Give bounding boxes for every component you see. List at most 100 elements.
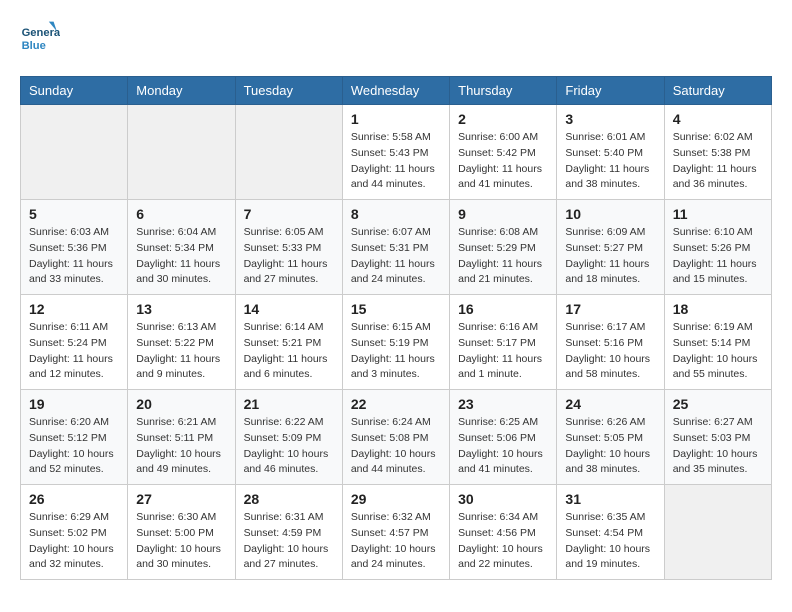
calendar-cell: 17 Sunrise: 6:17 AMSunset: 5:16 PMDayligh… [557,295,664,390]
day-info: Sunrise: 6:34 AMSunset: 4:56 PMDaylight:… [458,510,548,573]
day-number: 25 [673,396,763,412]
day-info: Sunrise: 6:24 AMSunset: 5:08 PMDaylight:… [351,415,441,478]
day-info: Sunrise: 6:01 AMSunset: 5:40 PMDaylight:… [565,130,655,193]
day-info: Sunrise: 6:08 AMSunset: 5:29 PMDaylight:… [458,225,548,288]
day-info: Sunrise: 6:26 AMSunset: 5:05 PMDaylight:… [565,415,655,478]
page-header: General Blue [20,20,772,60]
calendar-cell: 25 Sunrise: 6:27 AMSunset: 5:03 PMDayligh… [664,390,771,485]
calendar-cell: 16 Sunrise: 6:16 AMSunset: 5:17 PMDayligh… [450,295,557,390]
day-number: 4 [673,111,763,127]
day-number: 9 [458,206,548,222]
day-number: 1 [351,111,441,127]
day-number: 3 [565,111,655,127]
calendar-cell: 12 Sunrise: 6:11 AMSunset: 5:24 PMDayligh… [21,295,128,390]
day-info: Sunrise: 6:29 AMSunset: 5:02 PMDaylight:… [29,510,119,573]
calendar-cell: 7Sunrise: 6:05 AMSunset: 5:33 PMDaylight… [235,200,342,295]
week-row-2: 5Sunrise: 6:03 AMSunset: 5:36 PMDaylight… [21,200,772,295]
day-number: 11 [673,206,763,222]
weekday-header-thursday: Thursday [450,77,557,105]
day-number: 12 [29,301,119,317]
calendar-cell: 5Sunrise: 6:03 AMSunset: 5:36 PMDaylight… [21,200,128,295]
calendar-cell: 28 Sunrise: 6:31 AMSunset: 4:59 PMDayligh… [235,485,342,580]
day-info: Sunrise: 6:03 AMSunset: 5:36 PMDaylight:… [29,225,119,288]
calendar-cell: 9 Sunrise: 6:08 AMSunset: 5:29 PMDaylight… [450,200,557,295]
day-number: 13 [136,301,226,317]
weekday-header-saturday: Saturday [664,77,771,105]
week-row-1: 1 Sunrise: 5:58 AMSunset: 5:43 PMDaylight… [21,105,772,200]
day-info: Sunrise: 6:31 AMSunset: 4:59 PMDaylight:… [244,510,334,573]
day-number: 18 [673,301,763,317]
calendar-cell: 10 Sunrise: 6:09 AMSunset: 5:27 PMDayligh… [557,200,664,295]
day-info: Sunrise: 6:21 AMSunset: 5:11 PMDaylight:… [136,415,226,478]
day-info: Sunrise: 6:04 AMSunset: 5:34 PMDaylight:… [136,225,226,288]
day-number: 2 [458,111,548,127]
weekday-header-monday: Monday [128,77,235,105]
day-info: Sunrise: 6:09 AMSunset: 5:27 PMDaylight:… [565,225,655,288]
day-info: Sunrise: 6:20 AMSunset: 5:12 PMDaylight:… [29,415,119,478]
calendar-cell: 26 Sunrise: 6:29 AMSunset: 5:02 PMDayligh… [21,485,128,580]
day-info: Sunrise: 6:19 AMSunset: 5:14 PMDaylight:… [673,320,763,383]
day-info: Sunrise: 6:11 AMSunset: 5:24 PMDaylight:… [29,320,119,383]
day-number: 16 [458,301,548,317]
day-info: Sunrise: 5:58 AMSunset: 5:43 PMDaylight:… [351,130,441,193]
week-row-4: 19 Sunrise: 6:20 AMSunset: 5:12 PMDayligh… [21,390,772,485]
day-info: Sunrise: 6:25 AMSunset: 5:06 PMDaylight:… [458,415,548,478]
day-info: Sunrise: 6:32 AMSunset: 4:57 PMDaylight:… [351,510,441,573]
logo-svg: General Blue [20,20,60,60]
calendar-table: SundayMondayTuesdayWednesdayThursdayFrid… [20,76,772,580]
day-info: Sunrise: 6:13 AMSunset: 5:22 PMDaylight:… [136,320,226,383]
calendar-cell: 29 Sunrise: 6:32 AMSunset: 4:57 PMDayligh… [342,485,449,580]
calendar-cell [128,105,235,200]
day-number: 14 [244,301,334,317]
day-number: 30 [458,491,548,507]
day-info: Sunrise: 6:02 AMSunset: 5:38 PMDaylight:… [673,130,763,193]
calendar-cell: 31Sunrise: 6:35 AMSunset: 4:54 PMDayligh… [557,485,664,580]
logo: General Blue [20,20,60,60]
day-number: 26 [29,491,119,507]
day-number: 15 [351,301,441,317]
day-number: 23 [458,396,548,412]
svg-text:General: General [22,27,60,39]
weekday-header-friday: Friday [557,77,664,105]
day-number: 29 [351,491,441,507]
calendar-cell: 20 Sunrise: 6:21 AMSunset: 5:11 PMDayligh… [128,390,235,485]
svg-text:Blue: Blue [22,40,46,52]
calendar-cell: 3 Sunrise: 6:01 AMSunset: 5:40 PMDaylight… [557,105,664,200]
day-info: Sunrise: 6:35 AMSunset: 4:54 PMDaylight:… [565,510,655,573]
calendar-cell: 24Sunrise: 6:26 AMSunset: 5:05 PMDayligh… [557,390,664,485]
day-number: 19 [29,396,119,412]
day-number: 17 [565,301,655,317]
calendar-cell [235,105,342,200]
calendar-cell: 15 Sunrise: 6:15 AMSunset: 5:19 PMDayligh… [342,295,449,390]
day-info: Sunrise: 6:17 AMSunset: 5:16 PMDaylight:… [565,320,655,383]
day-info: Sunrise: 6:15 AMSunset: 5:19 PMDaylight:… [351,320,441,383]
calendar-cell: 22Sunrise: 6:24 AMSunset: 5:08 PMDayligh… [342,390,449,485]
day-info: Sunrise: 6:30 AMSunset: 5:00 PMDaylight:… [136,510,226,573]
calendar-cell: 30 Sunrise: 6:34 AMSunset: 4:56 PMDayligh… [450,485,557,580]
day-number: 7 [244,206,334,222]
day-number: 6 [136,206,226,222]
week-row-5: 26 Sunrise: 6:29 AMSunset: 5:02 PMDayligh… [21,485,772,580]
day-number: 20 [136,396,226,412]
day-number: 10 [565,206,655,222]
day-info: Sunrise: 6:27 AMSunset: 5:03 PMDaylight:… [673,415,763,478]
weekday-header-wednesday: Wednesday [342,77,449,105]
day-number: 27 [136,491,226,507]
day-number: 8 [351,206,441,222]
weekday-header-sunday: Sunday [21,77,128,105]
weekday-header-row: SundayMondayTuesdayWednesdayThursdayFrid… [21,77,772,105]
day-number: 28 [244,491,334,507]
calendar-cell: 14Sunrise: 6:14 AMSunset: 5:21 PMDayligh… [235,295,342,390]
calendar-cell: 19 Sunrise: 6:20 AMSunset: 5:12 PMDayligh… [21,390,128,485]
day-info: Sunrise: 6:16 AMSunset: 5:17 PMDaylight:… [458,320,548,383]
weekday-header-tuesday: Tuesday [235,77,342,105]
week-row-3: 12 Sunrise: 6:11 AMSunset: 5:24 PMDayligh… [21,295,772,390]
calendar-cell: 21Sunrise: 6:22 AMSunset: 5:09 PMDayligh… [235,390,342,485]
day-info: Sunrise: 6:10 AMSunset: 5:26 PMDaylight:… [673,225,763,288]
calendar-cell: 1 Sunrise: 5:58 AMSunset: 5:43 PMDaylight… [342,105,449,200]
day-info: Sunrise: 6:00 AMSunset: 5:42 PMDaylight:… [458,130,548,193]
day-number: 21 [244,396,334,412]
calendar-cell: 13 Sunrise: 6:13 AMSunset: 5:22 PMDayligh… [128,295,235,390]
calendar-cell: 6 Sunrise: 6:04 AMSunset: 5:34 PMDaylight… [128,200,235,295]
calendar-cell: 2 Sunrise: 6:00 AMSunset: 5:42 PMDaylight… [450,105,557,200]
